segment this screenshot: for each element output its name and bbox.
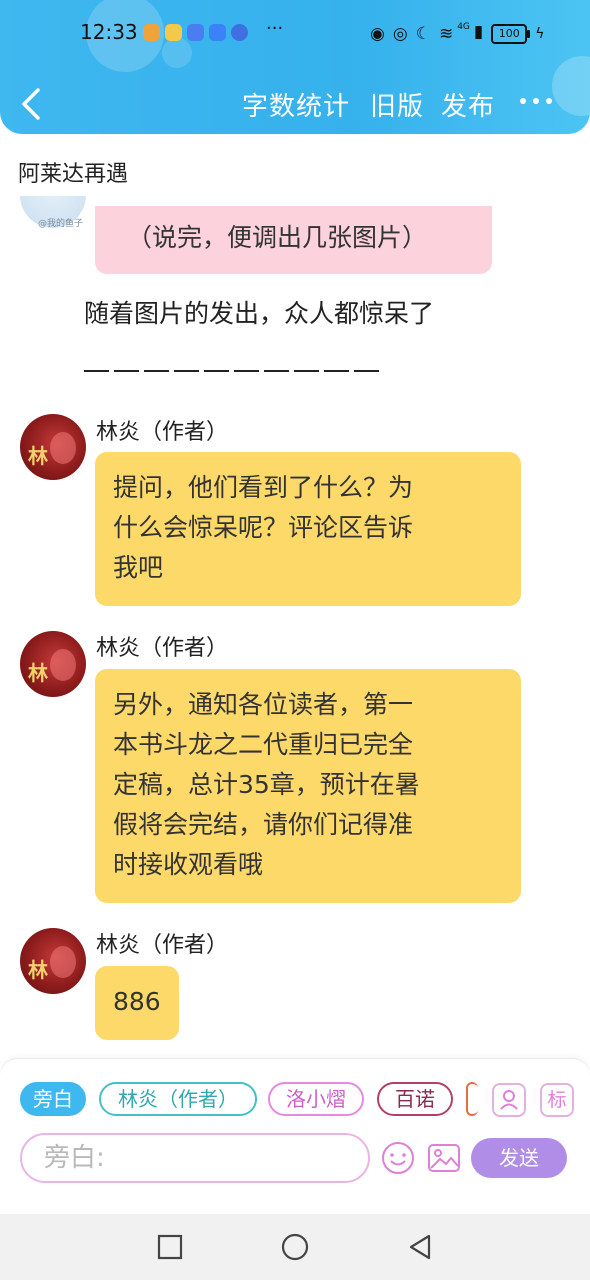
battery-indicator: 100 bbox=[491, 23, 531, 44]
smiley-icon bbox=[382, 1142, 414, 1174]
network-type: 4G bbox=[457, 22, 470, 32]
message-line: 886 bbox=[113, 987, 161, 1016]
message-input[interactable]: 旁白: bbox=[20, 1133, 370, 1183]
word-count-button[interactable]: 字数统计 bbox=[242, 86, 350, 123]
avatar-char: 林 bbox=[28, 958, 48, 982]
charging-icon: ϟ bbox=[535, 25, 545, 42]
more-dots-icon bbox=[520, 98, 526, 104]
message-bubble[interactable]: 提问，他们看到了什么？为 什么会惊呆呢？评论区告诉 我吧 bbox=[95, 452, 521, 606]
avatar-char: 林 bbox=[28, 661, 48, 685]
more-dots-icon bbox=[546, 98, 552, 104]
triangle-back-icon bbox=[409, 1234, 431, 1260]
status-app-icons bbox=[143, 24, 248, 41]
avatar[interactable]: @我的鱼子 bbox=[20, 196, 86, 228]
speaker-name: 林炎（作者） bbox=[96, 420, 229, 445]
role-tab-partial[interactable] bbox=[466, 1082, 478, 1116]
message-line: 本书斗龙之二代重归已完全 bbox=[113, 730, 414, 759]
role-tab-bainuo[interactable]: 百诺 bbox=[377, 1082, 453, 1116]
app-notification-icon bbox=[187, 24, 204, 41]
app-notification-icon bbox=[209, 24, 226, 41]
speaker-name: 林炎（作者） bbox=[96, 636, 229, 661]
eye-comfort-icon: ◎ bbox=[392, 23, 408, 44]
emoji-button[interactable] bbox=[380, 1140, 416, 1176]
message-line: 另外，通知各位读者，第一 bbox=[113, 690, 414, 719]
status-system-icons: ◉ ◎ ☾ ≋ 4G ▮ 100 ϟ bbox=[370, 22, 545, 45]
system-back-button[interactable] bbox=[405, 1232, 435, 1262]
old-version-button[interactable]: 旧版 bbox=[370, 86, 424, 123]
recent-apps-button[interactable] bbox=[155, 1232, 185, 1262]
speaker-name: 林炎（作者） bbox=[96, 933, 229, 958]
square-icon bbox=[157, 1234, 183, 1260]
message-line: 什么会惊呆呢？评论区告诉 bbox=[113, 513, 414, 542]
back-button[interactable] bbox=[18, 86, 46, 122]
hotspot-icon: ◉ bbox=[370, 23, 385, 44]
message-line: 我吧 bbox=[113, 553, 164, 582]
role-tab-luo-xiaoyi[interactable]: 洛小熠 bbox=[268, 1082, 364, 1116]
insert-image-button[interactable] bbox=[426, 1140, 462, 1176]
tag-button[interactable]: 标 bbox=[540, 1083, 574, 1117]
message-line: 定稿，总计35章，预计在暑 bbox=[113, 770, 420, 799]
status-time: 12:33 bbox=[80, 20, 138, 44]
app-header: 12:33 ··· ◉ ◎ ☾ ≋ 4G ▮ 100 ϟ 字数统计 旧版 发布 bbox=[0, 0, 590, 134]
role-tab-author[interactable]: 林炎（作者） bbox=[99, 1082, 257, 1116]
person-icon bbox=[500, 1090, 518, 1110]
narration-text[interactable]: 随着图片的发出，众人都惊呆了 bbox=[84, 294, 434, 334]
image-icon bbox=[428, 1144, 460, 1172]
role-tab-narrator[interactable]: 旁白 bbox=[20, 1082, 86, 1116]
circle-icon bbox=[281, 1233, 309, 1261]
divider-dashes bbox=[84, 350, 384, 390]
more-dots-icon bbox=[533, 98, 539, 104]
message-line: 提问，他们看到了什么？为 bbox=[113, 473, 414, 502]
avatar-caption: @我的鱼子 bbox=[38, 219, 84, 228]
chapter-title: 阿莱达再遇 bbox=[18, 162, 129, 187]
avatar[interactable]: 林 bbox=[20, 414, 86, 480]
manage-roles-button[interactable] bbox=[492, 1083, 526, 1117]
home-button[interactable] bbox=[280, 1232, 310, 1262]
message-bubble[interactable]: （说完，便调出几张图片） bbox=[95, 206, 492, 274]
signal-icon: 4G ▮ bbox=[457, 22, 484, 42]
wifi-icon: ≋ bbox=[438, 23, 454, 44]
app-notification-icon bbox=[231, 24, 248, 41]
publish-button[interactable]: 发布 bbox=[441, 86, 495, 123]
send-button[interactable]: 发送 bbox=[471, 1138, 567, 1178]
moon-icon: ☾ bbox=[415, 23, 431, 44]
app-notification-icon bbox=[143, 24, 160, 41]
header-decoration bbox=[552, 56, 590, 116]
avatar[interactable]: 林 bbox=[20, 928, 86, 994]
avatar[interactable]: 林 bbox=[20, 631, 86, 697]
more-button[interactable] bbox=[518, 86, 554, 116]
header-decoration bbox=[162, 38, 192, 68]
status-more: ··· bbox=[266, 18, 284, 39]
message-bubble[interactable]: 886 bbox=[95, 966, 179, 1040]
chevron-left-icon bbox=[22, 88, 40, 120]
avatar-char: 林 bbox=[28, 444, 48, 468]
app-notification-icon bbox=[165, 24, 182, 41]
message-line: 假将会完结，请你们记得准 bbox=[113, 810, 414, 839]
message-bubble[interactable]: 另外，通知各位读者，第一 本书斗龙之二代重归已完全 定稿，总计35章，预计在暑 … bbox=[95, 669, 521, 903]
message-line: 时接收观看哦 bbox=[113, 850, 264, 879]
